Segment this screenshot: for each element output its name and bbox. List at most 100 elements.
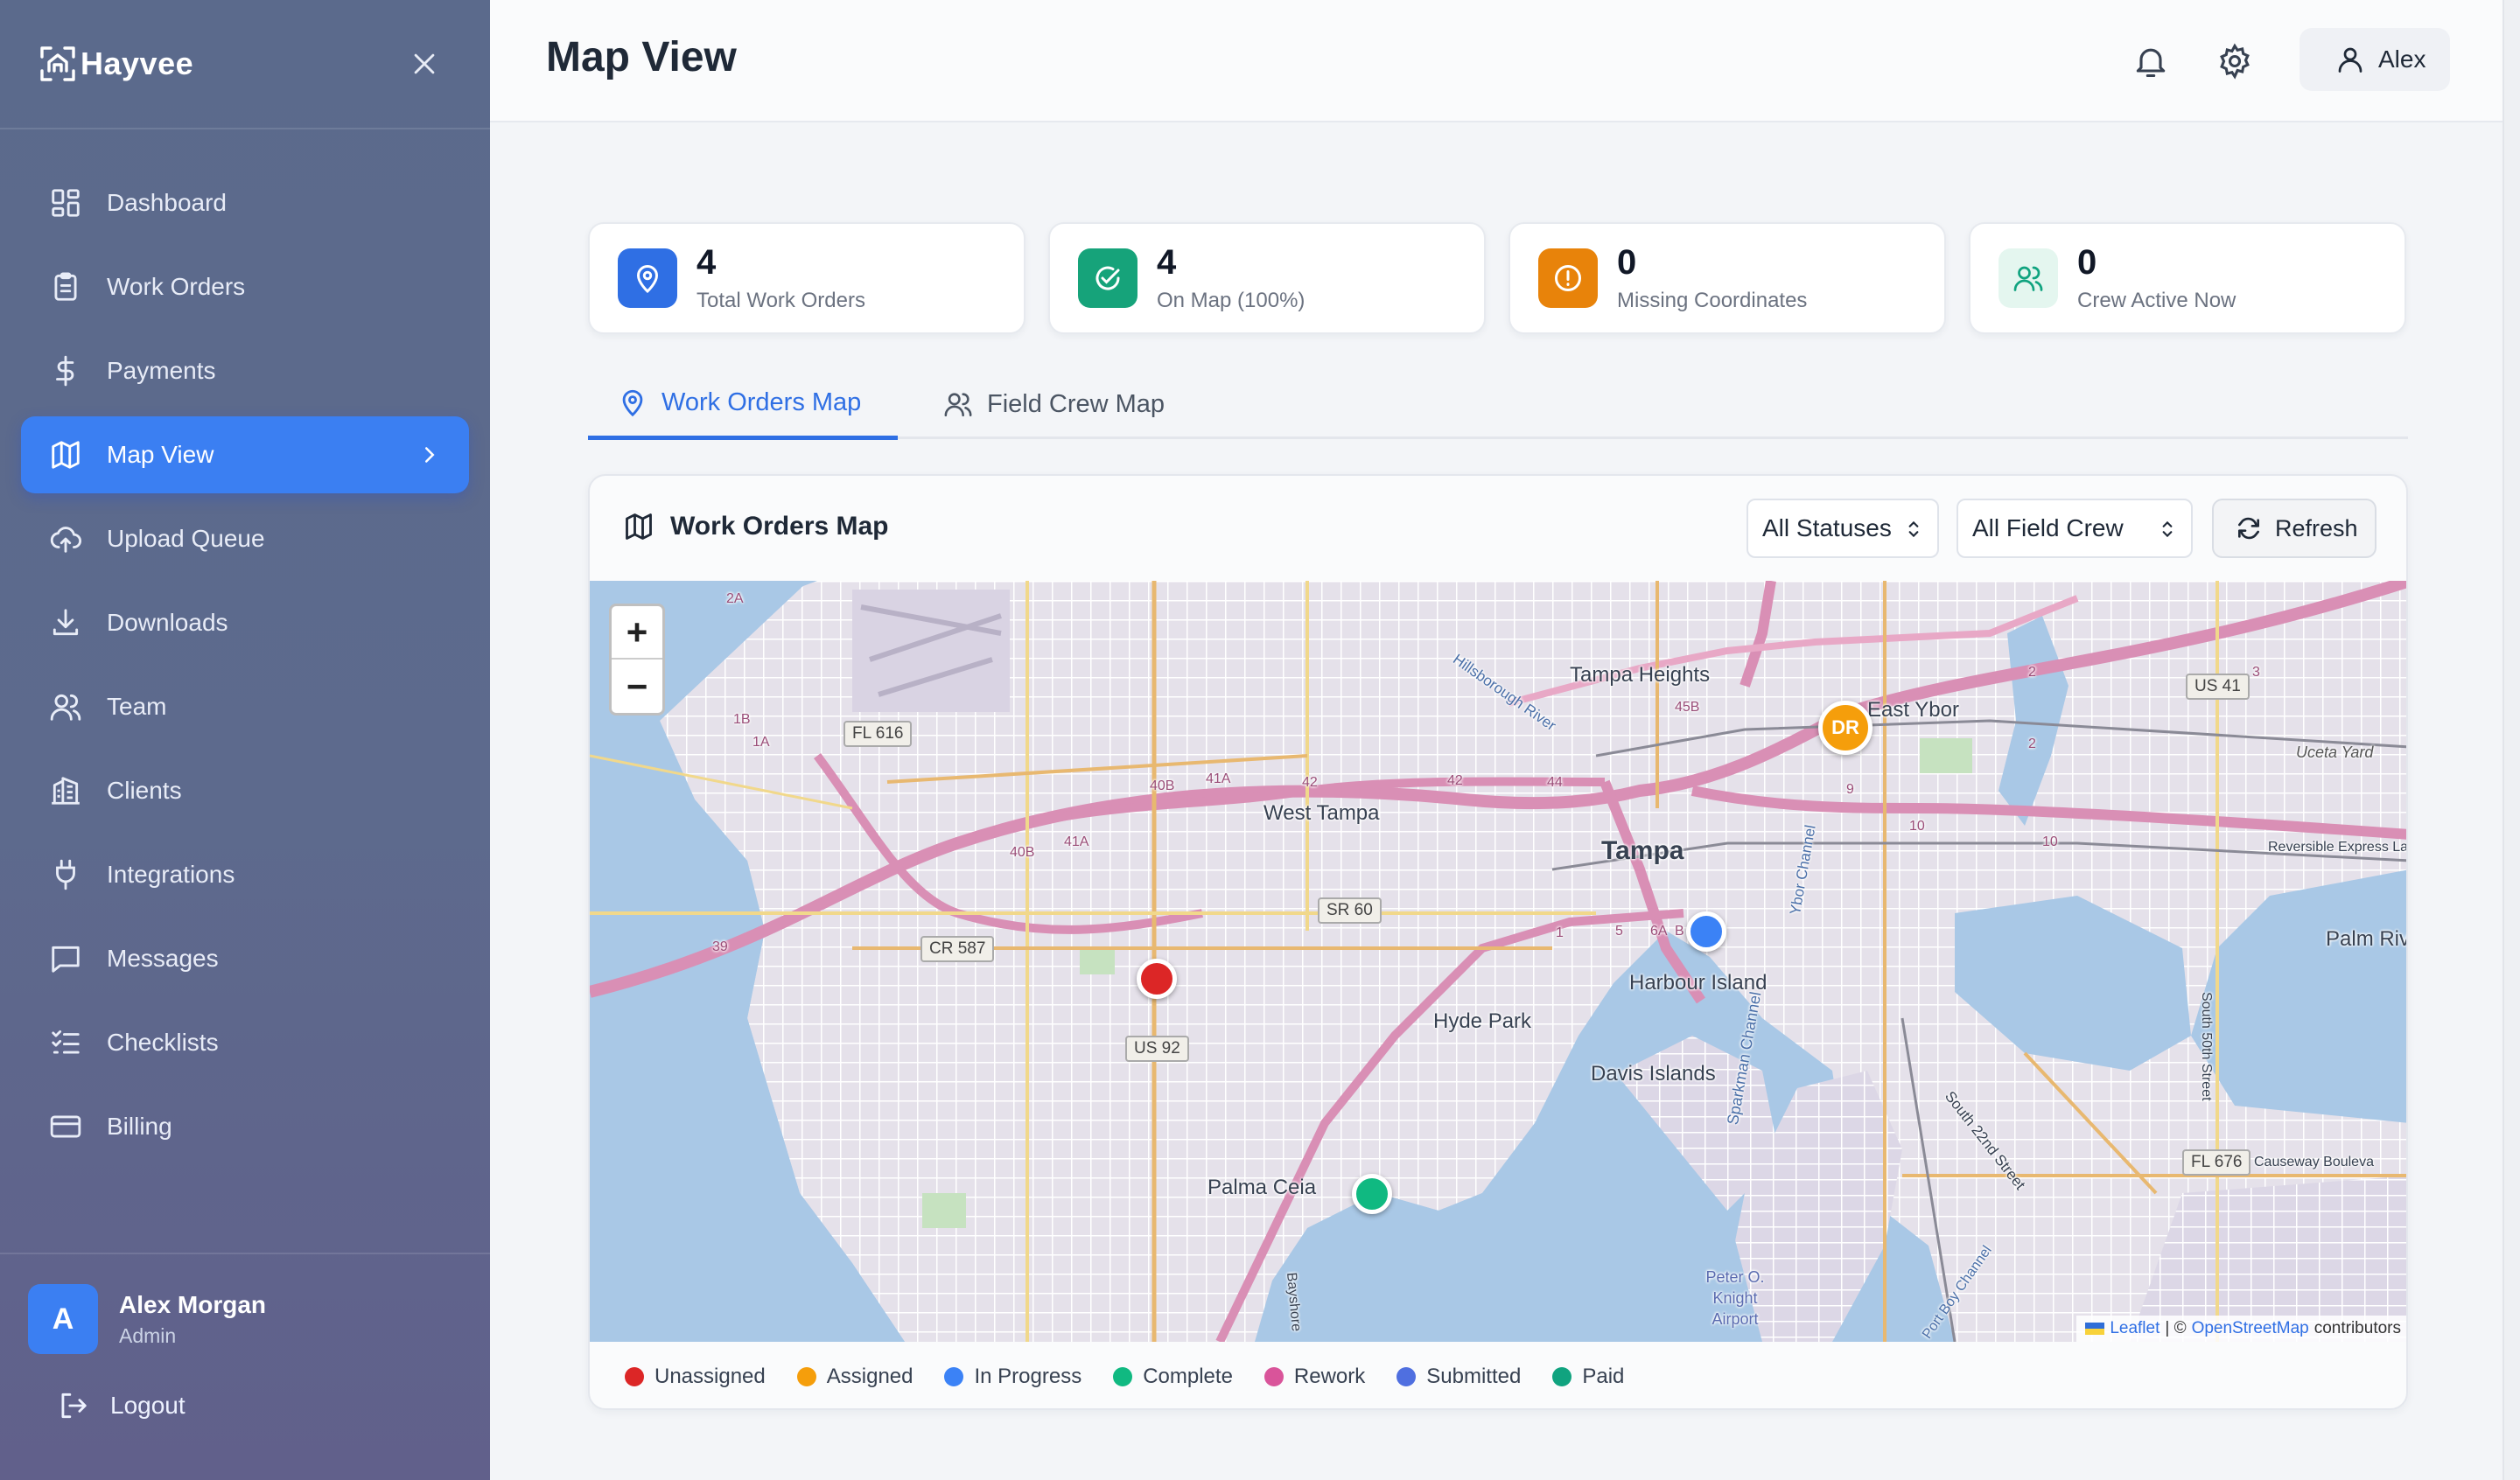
- crew-marker[interactable]: DR: [1818, 701, 1872, 755]
- logout-label: Logout: [110, 1392, 186, 1419]
- sidebar-item-label: Payments: [107, 357, 216, 384]
- work-order-marker-complete[interactable]: [1352, 1174, 1392, 1214]
- leaflet-link[interactable]: Leaflet: [2110, 1319, 2160, 1338]
- dashboard-icon: [49, 186, 82, 220]
- stat-card-on-map: 4 On Map (100%): [1048, 222, 1486, 334]
- download-icon: [49, 606, 82, 639]
- tab-work-orders-map[interactable]: Work Orders Map: [588, 369, 898, 440]
- sidebar-item-label: Downloads: [107, 609, 228, 636]
- route-number: 10: [1909, 819, 1925, 834]
- legend-item: Submitted: [1396, 1365, 1521, 1389]
- brand[interactable]: Hayvee: [38, 45, 193, 83]
- route-number: 42: [1302, 775, 1318, 790]
- page-scrollbar[interactable]: [2502, 0, 2520, 1480]
- card-icon: [49, 1110, 82, 1143]
- stat-value: 0: [1617, 243, 1637, 282]
- sidebar-item-label: Dashboard: [107, 189, 227, 216]
- zoom-out-button[interactable]: −: [612, 660, 662, 713]
- zoom-control: + −: [609, 604, 665, 716]
- tab-field-crew-map[interactable]: Field Crew Map: [943, 369, 1165, 439]
- sidebar-item-downloads[interactable]: Downloads: [21, 584, 469, 661]
- route-shield: US 92: [1125, 1036, 1189, 1062]
- map-attribution: Leaflet | © OpenStreetMap contributors: [2076, 1316, 2406, 1342]
- alert-circle-icon: [1538, 248, 1598, 308]
- legend-label: Rework: [1293, 1365, 1366, 1388]
- legend-item: Unassigned: [625, 1365, 766, 1389]
- ukraine-flag-icon: [2085, 1323, 2105, 1335]
- stat-value: 4: [1157, 243, 1177, 282]
- sidebar-item-dashboard[interactable]: Dashboard: [21, 164, 469, 241]
- gear-icon[interactable]: [2216, 42, 2254, 80]
- sidebar-item-work-orders[interactable]: Work Orders: [21, 248, 469, 325]
- route-number: 40B: [1150, 778, 1175, 793]
- sidebar-item-payments[interactable]: Payments: [21, 332, 469, 409]
- check-circle-icon: [1078, 248, 1138, 308]
- map-canvas[interactable]: + − Tampa Heights East Ybor West Tampa T…: [590, 581, 2406, 1342]
- zoom-in-button[interactable]: +: [612, 606, 662, 660]
- attribution-contrib: contributors: [2314, 1319, 2401, 1337]
- route-number: 1A: [752, 735, 770, 750]
- legend-label: Complete: [1143, 1365, 1233, 1388]
- route-number: 41A: [1206, 771, 1231, 786]
- map-label: Causeway Bouleva: [2254, 1155, 2374, 1169]
- route-number: 40B: [1010, 845, 1035, 860]
- brand-name: Hayvee: [80, 45, 194, 81]
- refresh-button[interactable]: Refresh: [2212, 499, 2376, 558]
- avatar: A: [28, 1284, 98, 1354]
- map-label: West Tampa: [1264, 801, 1380, 825]
- sidebar-item-upload-queue[interactable]: Upload Queue: [21, 500, 469, 577]
- route-shield: FL 616: [844, 721, 913, 747]
- field-crew-filter-value: All Field Crew: [1972, 514, 2124, 541]
- status-legend: Unassigned Assigned In Progress Complete…: [625, 1365, 1656, 1389]
- map-tabs: Work Orders Map Field Crew Map: [588, 369, 2408, 440]
- route-number: 44: [1547, 775, 1563, 790]
- sidebar-item-billing[interactable]: Billing: [21, 1088, 469, 1165]
- sidebar-footer: A Alex Morgan Admin Logout: [0, 1253, 490, 1480]
- top-bar: Map View Alex: [490, 0, 2502, 122]
- legend-item: In Progress: [944, 1365, 1082, 1389]
- legend-dot: [625, 1367, 644, 1386]
- user-menu-button[interactable]: Alex: [2300, 28, 2450, 91]
- stat-label: Total Work Orders: [696, 289, 865, 312]
- clipboard-icon: [49, 270, 82, 304]
- sidebar-item-messages[interactable]: Messages: [21, 920, 469, 997]
- osm-link[interactable]: OpenStreetMap: [2192, 1319, 2309, 1338]
- route-number: 3: [2252, 665, 2260, 680]
- user-menu-label: Alex: [2378, 45, 2426, 73]
- work-order-marker-in-progress[interactable]: [1686, 911, 1726, 952]
- sidebar-item-team[interactable]: Team: [21, 668, 469, 745]
- map-label: Palma Ceia: [1208, 1176, 1317, 1199]
- logout-button[interactable]: Logout: [0, 1354, 490, 1422]
- map-card-title: Work Orders Map: [623, 511, 889, 542]
- field-crew-filter-select[interactable]: All Field Crew: [1956, 499, 2193, 558]
- close-sidebar-icon[interactable]: [410, 49, 439, 79]
- bell-icon[interactable]: [2132, 42, 2170, 80]
- stat-card-missing-coordinates: 0 Missing Coordinates: [1508, 222, 1946, 334]
- refresh-icon: [2238, 517, 2259, 540]
- legend-label: Submitted: [1426, 1365, 1522, 1388]
- route-number: 1B: [733, 712, 751, 727]
- sidebar-item-map-view[interactable]: Map View: [21, 416, 469, 493]
- sidebar-item-clients[interactable]: Clients: [21, 752, 469, 829]
- sidebar-item-checklists[interactable]: Checklists: [21, 1004, 469, 1081]
- route-number: 9: [1846, 782, 1854, 797]
- stat-label: On Map (100%): [1157, 289, 1306, 312]
- stat-card-crew-active: 0 Crew Active Now: [1969, 222, 2406, 334]
- chevron-up-down-icon: [1902, 518, 1925, 541]
- stat-card-total-work-orders: 4 Total Work Orders: [588, 222, 1026, 334]
- map-label: Uceta Yard: [2296, 743, 2374, 761]
- user-profile[interactable]: A Alex Morgan Admin: [0, 1254, 490, 1354]
- tab-label: Work Orders Map: [662, 387, 862, 416]
- legend-item: Paid: [1552, 1365, 1624, 1389]
- sidebar-item-integrations[interactable]: Integrations: [21, 836, 469, 913]
- status-filter-select[interactable]: All Statuses: [1746, 499, 1939, 558]
- route-number: 2: [2028, 665, 2036, 680]
- map-label: South 50th Street: [2199, 992, 2214, 1101]
- route-shield: SR 60: [1318, 897, 1382, 924]
- stat-value: 0: [2077, 243, 2097, 282]
- work-order-marker-unassigned[interactable]: [1137, 959, 1177, 999]
- legend-dot: [1264, 1367, 1284, 1386]
- route-shield: CR 587: [920, 936, 995, 962]
- user-meta: Alex Morgan Admin: [119, 1291, 266, 1348]
- legend-dot: [1552, 1367, 1572, 1386]
